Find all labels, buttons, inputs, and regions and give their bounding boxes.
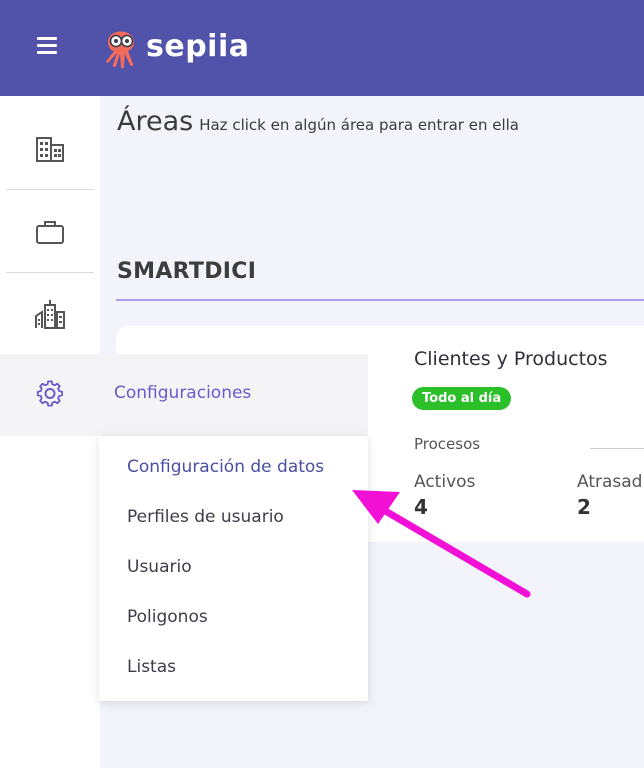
stat-activos-label: Activos [414,472,476,492]
stat-activos-value: 4 [414,495,428,519]
configuraciones-submenu: Configuración de datos Perfiles de usuar… [99,436,368,701]
submenu-item-poligonos[interactable]: Poligonos [127,607,208,627]
procesos-label: Procesos [414,435,481,453]
hamburger-menu-icon[interactable] [37,37,59,57]
briefcase-icon [36,220,64,244]
submenu-item-configuracion-datos[interactable]: Configuración de datos [127,457,324,477]
card-title: Clientes y Productos [414,348,608,370]
page-header: Áreas Haz click en algún área para entrar… [117,106,519,137]
sidebar-item-briefcase[interactable] [6,191,94,273]
submenu-item-usuario[interactable]: Usuario [127,557,192,577]
top-header: sepiia [0,0,644,96]
procesos-divider [590,448,644,449]
configuraciones-label: Configuraciones [114,383,252,403]
sidebar-item-buildings[interactable] [6,108,94,190]
octopus-logo-icon [106,31,134,69]
submenu-item-listas[interactable]: Listas [127,657,176,677]
status-badge: Todo al día [412,387,512,410]
brand-name: sepiia [146,28,250,64]
brand-logo[interactable]: sepiia [100,18,250,74]
building-icon [36,136,64,162]
section-title: SMARTDICI [117,259,257,284]
section-divider [116,299,644,301]
stat-atrasados-value: 2 [577,495,591,519]
sidebar-item-configuraciones[interactable]: Configuraciones [0,354,368,436]
city-buildings-icon [35,299,65,329]
page-title: Áreas [117,106,194,137]
submenu-item-perfiles-usuario[interactable]: Perfiles de usuario [127,507,284,527]
stat-atrasados-label: Atrasad [577,472,643,492]
sidebar-item-city[interactable] [6,273,94,355]
gear-icon [36,380,64,407]
page-subtitle: Haz click en algún área para entrar en e… [199,116,519,134]
